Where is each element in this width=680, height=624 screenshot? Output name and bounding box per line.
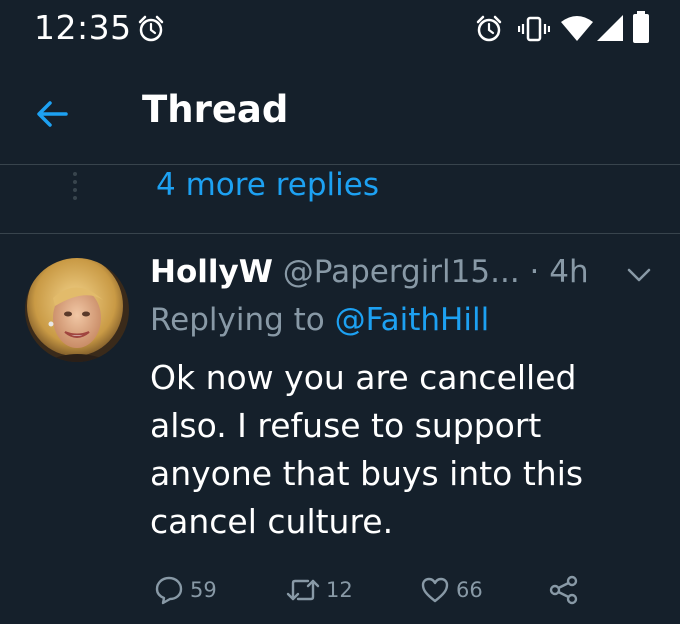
retweet-button[interactable]: 12 [286, 570, 353, 610]
retweet-icon [286, 579, 320, 601]
back-arrow-icon[interactable] [30, 90, 78, 138]
tweet[interactable]: HollyW @Papergirl15... · 4h Replying to … [0, 234, 680, 624]
battery-icon [633, 11, 649, 43]
reply-count: 59 [190, 578, 217, 602]
reply-button[interactable]: 59 [154, 570, 217, 610]
replying-label: Replying to [150, 302, 325, 338]
share-button[interactable] [548, 570, 580, 610]
tweet-actions: 59 12 66 [0, 570, 680, 614]
signal-icon [597, 15, 623, 41]
retweet-count: 12 [326, 578, 353, 602]
display-name[interactable]: HollyW [150, 254, 273, 290]
alarm-icon [138, 15, 164, 42]
avatar[interactable] [25, 258, 129, 362]
replying-mention-link[interactable]: @FaithHill [335, 302, 490, 338]
status-time: 12:35 [34, 8, 132, 47]
tweet-age: 4h [549, 254, 589, 290]
reply-icon [155, 576, 183, 605]
page-title: Thread [142, 88, 289, 131]
user-handle[interactable]: @Papergirl15... [283, 254, 520, 290]
wifi-icon [561, 16, 593, 41]
like-button[interactable]: 66 [420, 570, 483, 610]
heart-icon [421, 577, 449, 603]
more-replies-link[interactable]: 4 more replies [156, 167, 379, 203]
status-bar: 12:35 [0, 0, 680, 64]
app-bar: Thread [0, 64, 680, 165]
share-icon [549, 575, 578, 605]
avatar-image [25, 258, 129, 362]
separator-dot: · [529, 254, 540, 290]
tweet-text: Ok now you are cancelled also. I refuse … [150, 358, 584, 541]
thread-connector-dots [73, 172, 77, 200]
vibrate-icon [518, 16, 550, 42]
replying-to: Replying to @FaithHill [150, 302, 489, 338]
like-count: 66 [456, 578, 483, 602]
chevron-down-icon[interactable] [626, 266, 652, 284]
alarm-icon [476, 15, 502, 42]
more-replies-row[interactable]: 4 more replies [0, 165, 680, 234]
tweet-header: HollyW @Papergirl15... · 4h [150, 254, 589, 296]
